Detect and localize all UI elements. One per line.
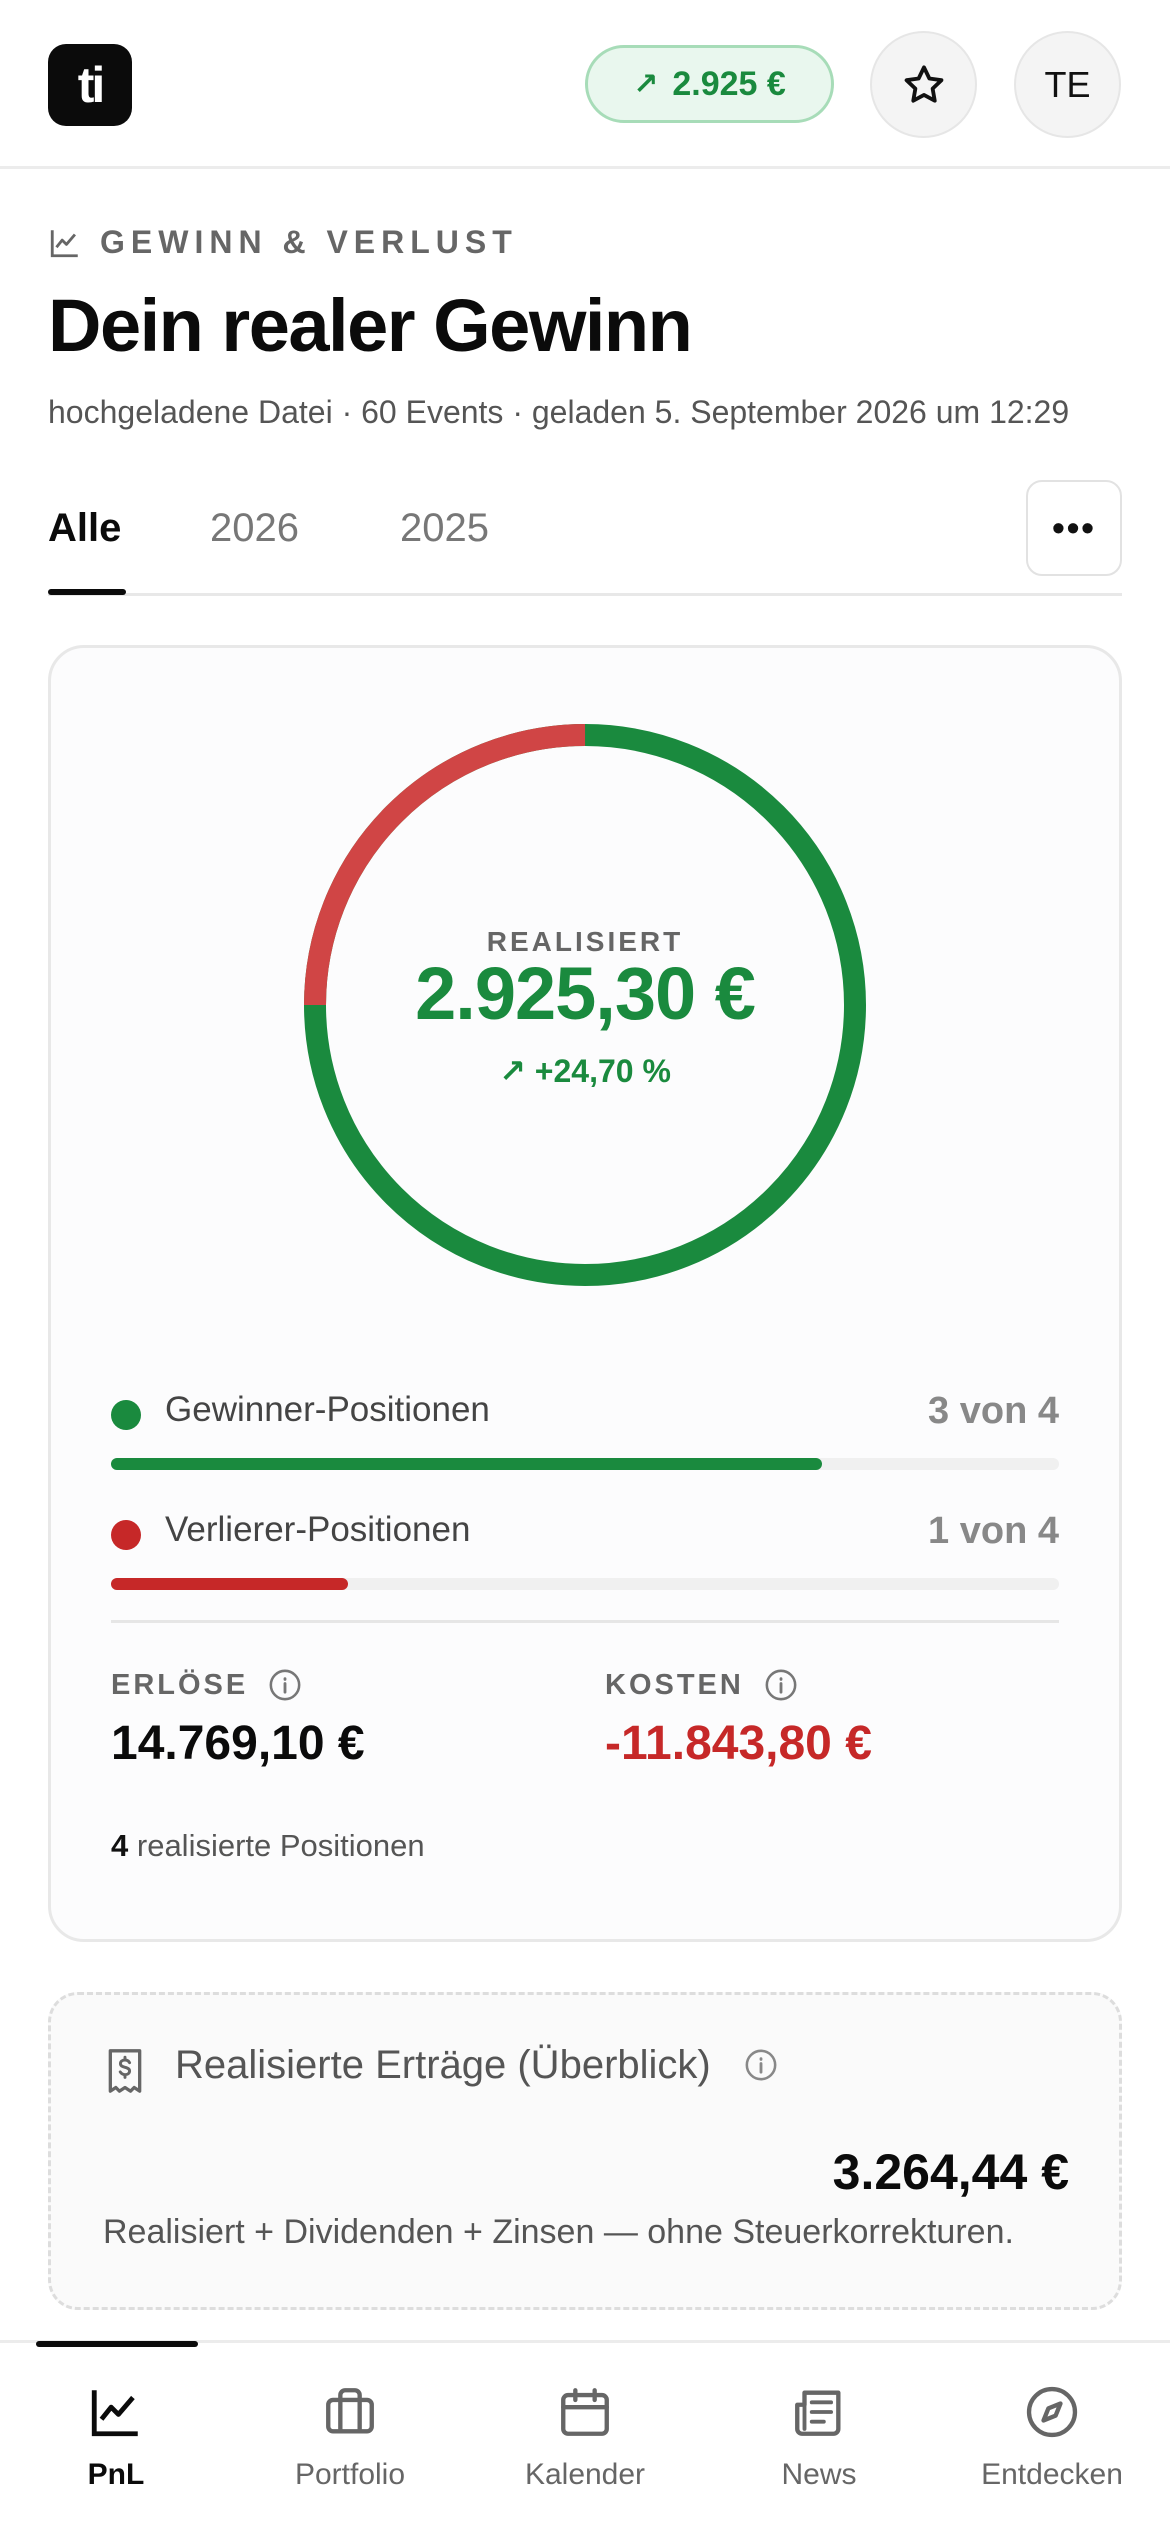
receipt-dollar-icon [108,2049,142,2093]
active-tab-indicator [48,589,126,595]
realized-percent: ↗ +24,70 % [51,1052,1119,1090]
arrow-up-right-icon: ↗ [499,1053,535,1089]
nav-item-entdecken[interactable]: Entdecken [952,2383,1152,2492]
app-logo[interactable]: ti [48,44,132,126]
costs-value: -11.843,80 € [605,1717,872,1770]
eyebrow-label: GEWINN & VERLUST [100,224,518,260]
favorite-button[interactable] [870,31,977,138]
losers-progress-fill [111,1578,348,1590]
star-icon [904,64,943,103]
info-icon[interactable] [764,1668,798,1702]
revenue-label: ERLÖSE [111,1668,302,1702]
calendar-icon [561,2388,609,2436]
losers-dot [111,1520,141,1550]
section-eyebrow: GEWINN & VERLUST [48,224,518,261]
page-title: Dein realer Gewinn [48,284,693,367]
tab-alle[interactable]: Alle [48,506,121,551]
compass-icon [1026,2386,1078,2438]
overview-note: Realisiert + Dividenden + Zinsen — ohne … [103,2213,1014,2251]
chart-line-icon [50,229,78,257]
losers-count: 1 von 4 [928,1510,1059,1552]
winners-count: 3 von 4 [928,1390,1059,1432]
winners-progress-track [111,1458,1059,1470]
more-options-button[interactable]: ••• [1026,480,1122,576]
realized-pnl-card: REALISIERT 2.925,30 € ↗ +24,70 % Gewinne… [48,645,1122,1942]
nav-item-kalender[interactable]: Kalender [485,2383,685,2492]
revenue-value: 14.769,10 € [111,1717,365,1770]
briefcase-icon [326,2388,374,2434]
nav-label-pnl: PnL [87,2458,145,2491]
arrow-up-right-icon: ↗ [633,67,659,101]
nav-item-portfolio[interactable]: Portfolio [250,2383,450,2492]
winners-label: Gewinner-Positionen [165,1390,490,1429]
bottom-navigation: PnL Portfolio Kalender News Entdecken [0,2340,1170,2532]
nav-label-news: News [781,2458,857,2491]
realized-earnings-overview-card[interactable]: Realisierte Erträge (Überblick) 3.264,44… [48,1992,1122,2310]
winners-dot [111,1400,141,1430]
tab-2025[interactable]: 2025 [400,506,489,551]
realized-percent-value: +24,70 % [534,1053,671,1089]
info-icon[interactable] [268,1668,302,1702]
winners-progress-fill [111,1458,822,1470]
info-icon[interactable] [744,2048,778,2082]
positions-count: 4 [111,1828,129,1863]
nav-item-pnl[interactable]: PnL [16,2383,216,2492]
nav-label-portfolio: Portfolio [294,2458,406,2491]
newspaper-icon [795,2390,841,2436]
active-nav-indicator [36,2341,198,2347]
divider [111,1620,1059,1623]
nav-label-kalender: Kalender [524,2458,646,2491]
revenue-label-text: ERLÖSE [111,1668,249,1701]
nav-label-entdecken: Entdecken [981,2458,1123,2491]
positions-summary: 4 realisierte Positionen [111,1828,425,1864]
realized-amount: 2.925,30 € [415,952,756,1035]
nav-item-news[interactable]: News [719,2383,919,2492]
losers-progress-track [111,1578,1059,1590]
overview-title: Realisierte Erträge (Überblick) [175,2043,778,2088]
winners-row: Gewinner-Positionen 3 von 4 [111,1390,1059,1480]
tab-2026[interactable]: 2026 [210,506,299,551]
avatar[interactable]: TE [1014,31,1121,138]
overview-amount: 3.264,44 € [832,2144,1069,2200]
year-tabs: Alle 2026 2025 [48,476,1122,596]
total-gain-pill[interactable]: ↗ 2.925 € [585,45,834,123]
total-gain-value: 2.925 € [672,64,786,103]
chart-line-icon [91,2390,138,2437]
costs-label-text: KOSTEN [605,1668,744,1701]
overview-title-text: Realisierte Erträge (Überblick) [175,2043,711,2087]
app-header: ti ↗ 2.925 € TE [0,0,1170,169]
data-source-meta: hochgeladene Datei · 60 Events · geladen… [48,394,1070,430]
losers-row: Verlierer-Positionen 1 von 4 [111,1510,1059,1600]
costs-label: KOSTEN [605,1668,798,1702]
losers-label: Verlierer-Positionen [165,1510,471,1549]
positions-label: realisierte Positionen [136,1828,425,1863]
